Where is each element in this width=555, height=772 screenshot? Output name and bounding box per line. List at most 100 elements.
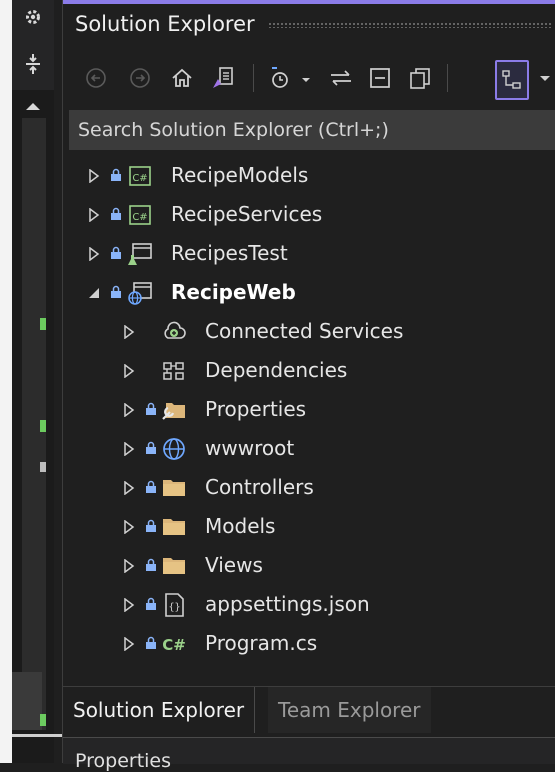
forward-button[interactable] [125,60,155,96]
tree-item-label: RecipesTest [171,241,288,265]
panel-title: Solution Explorer [75,12,255,36]
tree-item-recipestest[interactable]: RecipesTest [63,235,555,274]
rail-divider [12,734,62,737]
switch-views-button[interactable] [207,60,239,96]
lock-icon [146,519,156,532]
expand-arrow-icon[interactable] [88,208,100,222]
show-all-files-button[interactable] [403,60,437,96]
back-button[interactable] [81,60,111,96]
expand-arrow-icon[interactable] [123,520,135,534]
dependencies-icon [163,362,184,380]
tree-item-label: RecipeModels [171,163,309,187]
preview-dropdown-button[interactable] [537,60,553,96]
tree-item-label: Properties [205,397,307,421]
chevron-down-icon [540,76,550,81]
tab-team-explorer[interactable]: Team Explorer [268,687,431,733]
change-marker [40,318,46,330]
folder-icon [163,558,185,574]
scrollbar-thumb[interactable] [12,672,42,730]
tree-item-recipeservices[interactable]: C# RecipeServices [63,196,555,235]
tab-solution-explorer[interactable]: Solution Explorer [63,687,256,733]
properties-panel-header[interactable]: Properties [63,737,555,772]
scroll-marker [40,462,46,472]
collapse-all-button[interactable] [363,60,397,96]
pending-changes-filter-button[interactable] [263,60,319,96]
panel-tab-strip: Solution Explorer Team Explorer [63,686,555,735]
lock-icon [146,402,156,415]
tree-item-label: Program.cs [205,631,318,655]
test-project-icon [128,243,152,265]
svg-text:{}: {} [168,602,180,613]
expand-arrow-icon[interactable] [88,247,100,261]
solution-tree: C# RecipeModels C# RecipeServices Recipe… [63,157,555,682]
tree-item-program-cs[interactable]: C# Program.cs [63,625,555,664]
switch-views-icon [213,67,233,88]
window-margin [0,0,12,763]
tree-item-appsettings-json[interactable]: {} appsettings.json [63,586,555,625]
lock-icon [111,207,121,220]
change-marker [40,420,46,432]
csharp-project-icon: C# [129,166,151,186]
svg-text:C#: C# [132,212,147,223]
lock-icon [111,168,121,181]
tree-item-controllers[interactable]: Controllers [63,469,555,508]
search-box[interactable]: Search Solution Explorer (Ctrl+;) [69,110,555,150]
lock-icon [111,285,121,298]
show-all-files-icon [410,68,430,89]
drag-grip[interactable] [268,22,553,28]
expand-arrow-icon[interactable] [88,169,100,183]
collapse-arrow-icon[interactable] [88,286,100,300]
lock-icon [146,558,156,571]
connected-services-icon [164,321,186,339]
expand-arrow-icon[interactable] [123,364,135,378]
tree-item-dependencies[interactable]: Dependencies [63,352,555,391]
tree-item-recipemodels[interactable]: C# RecipeModels [63,157,555,196]
panel-title-bar[interactable]: Solution Explorer [63,0,555,46]
tree-item-properties[interactable]: Properties [63,391,555,430]
solution-explorer-panel: Solution Explorer Search Solution Explor… [62,0,555,772]
pending-changes-filter-icon [272,67,310,88]
csharp-file-icon: C# [162,636,186,654]
search-input[interactable]: Search Solution Explorer (Ctrl+;) [78,119,389,141]
forward-icon [130,68,150,88]
tree-item-label: Controllers [205,475,314,499]
scroll-up-icon[interactable] [12,96,54,115]
globe-icon [163,438,185,460]
gear-icon[interactable] [12,8,54,30]
back-icon [86,68,106,88]
tree-item-recipeweb[interactable]: RecipeWeb [63,274,555,313]
home-button[interactable] [167,60,197,96]
expand-arrow-icon[interactable] [123,442,135,456]
csharp-project-icon: C# [129,205,151,225]
json-file-icon: {} [165,593,184,617]
home-icon [172,68,192,87]
expand-arrow-icon[interactable] [123,559,135,573]
expand-arrow-icon[interactable] [123,637,135,651]
lock-icon [146,597,156,610]
expand-arrow-icon[interactable] [123,598,135,612]
tree-item-label: RecipeWeb [171,280,296,304]
lock-icon [111,246,121,259]
editor-margin-rail [12,0,62,763]
tree-item-label: Connected Services [205,319,404,343]
sync-with-active-document-button[interactable] [325,60,357,96]
preview-selected-items-button[interactable] [495,60,529,100]
svg-text:C#: C# [162,636,186,654]
expand-arrow-icon[interactable] [123,403,135,417]
tree-item-wwwroot[interactable]: wwwroot [63,430,555,469]
lock-icon [146,480,156,493]
expand-arrow-icon[interactable] [123,325,135,339]
svg-text:C#: C# [132,173,147,184]
folder-icon [163,519,185,535]
properties-folder-icon [162,403,185,420]
sync-with-active-document-icon [331,70,351,86]
tree-item-models[interactable]: Models [63,508,555,547]
split-view-icon[interactable] [12,52,54,80]
collapse-all-icon [370,68,390,88]
tree-item-connected-services[interactable]: Connected Services [63,313,555,352]
expand-arrow-icon[interactable] [123,481,135,495]
tree-item-views[interactable]: Views [63,547,555,586]
active-panel-accent [63,0,555,4]
tree-item-label: Models [205,514,276,538]
solution-explorer-toolbar [63,52,555,104]
